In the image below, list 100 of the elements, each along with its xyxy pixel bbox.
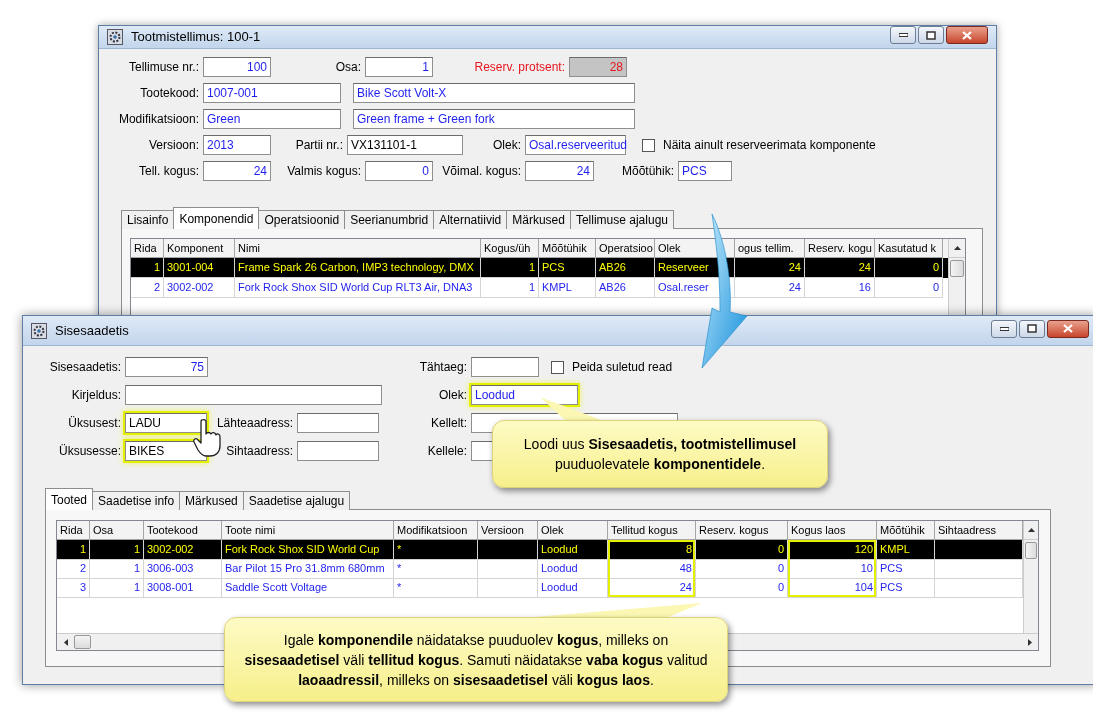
up-arrow-icon <box>1027 528 1035 532</box>
maximize-icon <box>1027 324 1037 333</box>
field-label: Modifikatsioon: <box>118 111 199 128</box>
field-label: Sihtaadress: <box>226 443 293 460</box>
input-field[interactable] <box>297 413 379 433</box>
tab[interactable]: Operatsioonid <box>258 210 346 229</box>
field-label: Olek: <box>493 137 521 154</box>
minimize-button[interactable] <box>991 319 1017 338</box>
table-row[interactable]: 2 1 3006-003 Bar Pilot 15 Pro 31.8mm 680mm * Loodud 48 0 10 PCS <box>57 559 1023 578</box>
table-cell: 1 <box>90 578 144 598</box>
callout-tooltip: Loodi uus Sisesaadetis, tootmistellimusel puuduolevatele komponentidele. <box>492 420 828 488</box>
app-icon <box>31 322 47 339</box>
maximize-icon <box>926 30 936 40</box>
scroll-thumb[interactable] <box>950 260 964 277</box>
tab[interactable]: Märkused <box>179 491 244 510</box>
checkbox-label: Näita ainult reserveerimata komponente <box>663 137 876 154</box>
table-cell: KMPL <box>539 278 596 298</box>
input-field[interactable]: Osal.reserveeritud <box>525 135 626 155</box>
input-field[interactable] <box>297 441 379 461</box>
input-field[interactable]: Green frame + Green fork <box>353 109 635 129</box>
tab[interactable]: Saadetise info <box>92 491 181 510</box>
field-label: Olek: <box>439 387 467 404</box>
table-cell: 24 <box>608 578 696 598</box>
field-label: Tell. kogus: <box>138 163 199 180</box>
input-field[interactable]: Bike Scott Volt-X <box>353 83 635 103</box>
table-cell: 1 <box>481 278 539 298</box>
input-field[interactable]: 1 <box>365 57 433 77</box>
tab[interactable]: Lisainfo <box>121 210 175 229</box>
table-cell: AB26 <box>596 278 655 298</box>
table-cell: Fork Rock Shox SID World Cup RLT3 Air, DNA3 <box>235 278 481 298</box>
input-field[interactable] <box>471 357 539 377</box>
table-cell: 3008-001 <box>144 578 222 598</box>
scroll-thumb[interactable] <box>1025 542 1037 559</box>
table-cell: 8 <box>608 540 696 560</box>
input-field[interactable] <box>125 385 382 405</box>
minimize-icon <box>999 326 1009 331</box>
close-button[interactable] <box>946 26 988 44</box>
input-field[interactable]: VX131101-1 <box>347 135 463 155</box>
input-field[interactable]: 75 <box>125 357 208 377</box>
close-button[interactable] <box>1047 319 1089 338</box>
table-cell: * <box>394 578 478 598</box>
tab[interactable]: Komponendid <box>173 207 260 229</box>
tab[interactable]: Seerianumbrid <box>344 210 435 229</box>
table-cell: 2 <box>131 278 164 298</box>
input-field[interactable]: PCS <box>678 161 732 181</box>
field-label: Tootekood: <box>140 85 199 102</box>
tab[interactable]: Tellimuse ajalugu <box>569 210 674 229</box>
input-field[interactable]: 2013 <box>203 135 271 155</box>
field-label: Reserv. protsent: <box>474 59 565 76</box>
tab[interactable]: Märkused <box>506 210 571 229</box>
field-label: Tähtaeg: <box>419 359 467 376</box>
tab[interactable]: Alternatiivid <box>433 210 508 229</box>
input-field[interactable]: Green <box>203 109 341 129</box>
table-cell: Loodud <box>538 578 608 598</box>
maximize-button[interactable] <box>918 26 944 44</box>
table-row[interactable]: 1 3001-004 Frame Spark 26 Carbon, IMP3 technology, DMX 1 PCS AB26 Reserveer 24 24 0 <box>131 258 948 278</box>
field-label: Võimal. kogus: <box>442 163 521 180</box>
field-label: Kellelt: <box>430 415 467 432</box>
checkbox[interactable] <box>642 138 655 152</box>
field-label: Kellele: <box>427 443 467 460</box>
table-cell: 120 <box>788 540 877 560</box>
up-arrow-icon <box>953 246 961 250</box>
window-title: Tootmistellimus: 100-1 <box>131 28 262 47</box>
scroll-thumb[interactable] <box>74 635 91 649</box>
column-header[interactable]: Tellitud kogus <box>608 521 696 540</box>
input-field[interactable]: 24 <box>203 161 271 181</box>
callout-tooltip: Igale komponendile näidatakse puuduolev kogus, milleks on sisesaadetisel väli tellitud kogus. Samuti näidatakse vaba kogus valitud laoaadressil, milleks on sisesaadetisel väli kogus laos. <box>224 617 728 702</box>
field-label: Mõõtühik: <box>621 163 674 180</box>
field-label: Valmis kogus: <box>287 163 361 180</box>
table-row[interactable]: 1 1 3002-002 Fork Rock Shox SID World Cup * Loodud 8 0 120 KMPL <box>57 540 1023 559</box>
input-field[interactable]: 100 <box>203 57 271 77</box>
minimize-button[interactable] <box>890 26 916 44</box>
table-cell: 24 <box>735 278 805 298</box>
input-field[interactable]: LADU <box>125 413 207 433</box>
app-icon <box>107 29 123 45</box>
input-field[interactable]: 24 <box>525 161 594 181</box>
minimize-icon <box>898 33 908 37</box>
input-field[interactable]: Loodud <box>471 385 578 405</box>
window-title: Sisesaadetis <box>55 321 130 340</box>
table-cell: 0 <box>696 578 788 598</box>
close-icon <box>1063 324 1073 333</box>
tab[interactable]: Saadetise ajalugu <box>242 491 351 510</box>
checkbox-label: Peida suletud read <box>572 359 673 376</box>
table-row[interactable]: 3 1 3008-001 Saddle Scott Voltage * Loodud 24 0 104 PCS <box>57 578 1023 597</box>
field-label: Osa: <box>335 59 361 76</box>
table-cell: 3002-002 <box>164 278 235 298</box>
close-icon <box>962 30 972 40</box>
field-label: Tellimuse nr.: <box>128 59 199 76</box>
table-cell: Saddle Scott Voltage <box>222 578 394 598</box>
right-arrow-icon <box>1027 638 1032 646</box>
maximize-button[interactable] <box>1019 319 1045 338</box>
table-cell: 16 <box>805 278 875 298</box>
table-cell: 3 <box>57 578 90 598</box>
checkbox[interactable] <box>551 360 564 374</box>
field-label: Lähteaadress: <box>216 415 293 432</box>
table-cell: 104 <box>788 578 877 598</box>
column-header[interactable]: Kogus laos <box>788 521 877 540</box>
input-field[interactable]: 1007-001 <box>203 83 341 103</box>
tab[interactable]: Tooted <box>45 488 94 510</box>
input-field[interactable]: 0 <box>365 161 433 181</box>
